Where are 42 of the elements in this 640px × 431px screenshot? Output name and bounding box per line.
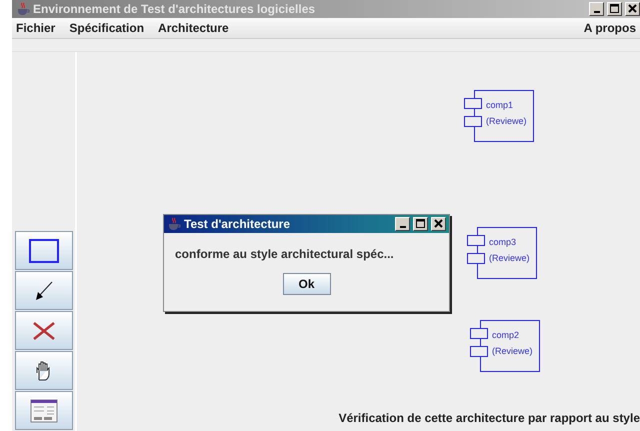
component-name: comp3 bbox=[489, 237, 516, 247]
dialog-title: Test d'architecture bbox=[184, 217, 291, 231]
table-tool-button[interactable] bbox=[15, 391, 73, 430]
minimize-button[interactable] bbox=[589, 2, 604, 16]
coffee-cup-icon bbox=[16, 2, 30, 16]
cross-icon bbox=[32, 320, 56, 340]
component-tool-button[interactable] bbox=[15, 231, 73, 270]
hand-tool-button[interactable] bbox=[15, 351, 73, 390]
component-name: comp2 bbox=[492, 330, 520, 340]
menu-item[interactable]: Spécification bbox=[69, 21, 144, 35]
component-port bbox=[470, 328, 488, 339]
close-button[interactable] bbox=[625, 2, 640, 16]
coffee-cup-icon bbox=[167, 217, 181, 231]
menu-item[interactable]: Architecture bbox=[158, 21, 229, 35]
dialog-message: conforme au style architectural spéc... bbox=[175, 247, 395, 261]
minimize-button[interactable] bbox=[395, 217, 410, 231]
minimize-icon bbox=[400, 226, 406, 228]
status-text: Vérification de cette architecture par rapport au style bbox=[338, 411, 640, 425]
component-port bbox=[470, 346, 488, 357]
menu-item[interactable]: A propos bbox=[584, 21, 636, 35]
maximize-icon bbox=[414, 218, 426, 230]
component-name: comp1 bbox=[486, 100, 514, 110]
window-title: Environnement de Test d'architectures logicielles bbox=[33, 2, 316, 16]
component-port bbox=[467, 235, 485, 246]
delete-tool-button[interactable] bbox=[15, 311, 73, 350]
component-label: (Reviewe) bbox=[492, 346, 533, 356]
menu-item[interactable]: Fichier bbox=[16, 21, 56, 35]
maximize-button[interactable] bbox=[413, 217, 428, 231]
maximize-icon bbox=[608, 3, 620, 15]
table-icon bbox=[30, 398, 58, 422]
component-port bbox=[464, 98, 482, 109]
component-port bbox=[464, 116, 482, 127]
ok-button[interactable]: Ok bbox=[282, 273, 330, 295]
minimize-icon bbox=[594, 11, 600, 13]
component-port bbox=[467, 253, 485, 264]
component-label: (Reviewe) bbox=[489, 253, 530, 263]
maximize-button[interactable] bbox=[607, 2, 622, 16]
component-label: (Reviewe) bbox=[486, 116, 527, 126]
close-icon bbox=[432, 218, 444, 230]
close-button[interactable] bbox=[431, 217, 446, 231]
close-icon bbox=[626, 3, 638, 15]
rectangle-icon bbox=[28, 238, 60, 264]
